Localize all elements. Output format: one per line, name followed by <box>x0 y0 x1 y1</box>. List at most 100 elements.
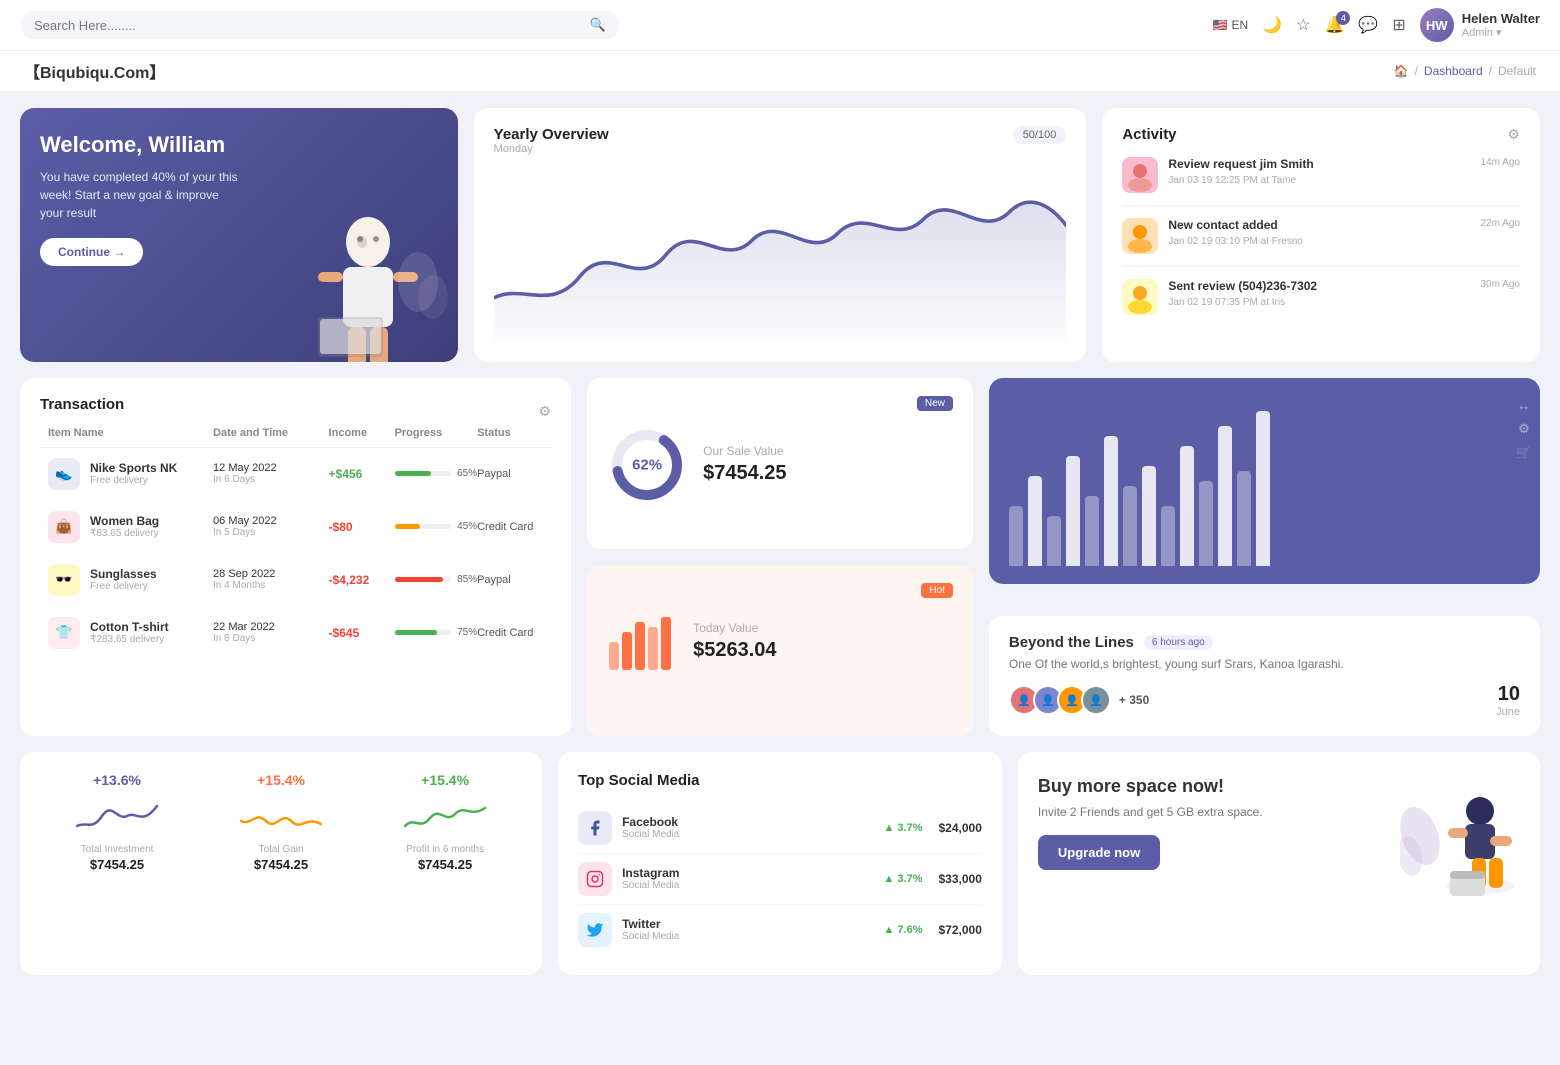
fullscreen-btn[interactable]: ⊞ <box>1392 15 1405 35</box>
activity-text-0: Review request jim Smith Jan 03 19 12:25… <box>1168 157 1470 186</box>
bar-chart-card: ↔ ⚙ 🛒 <box>989 378 1540 584</box>
social-title: Top Social Media <box>578 772 982 789</box>
activity-item-0: Review request jim Smith Jan 03 19 12:25… <box>1122 157 1520 206</box>
activity-title-1: New contact added <box>1168 218 1470 232</box>
space-illustration <box>1400 776 1520 886</box>
fb-growth: ▲ 3.7% <box>883 822 922 834</box>
income-0: +$456 <box>329 467 395 481</box>
language-selector[interactable]: 🇺🇸 EN <box>1213 18 1249 32</box>
plus-count: + 350 <box>1119 693 1149 707</box>
beyond-avatars: 👤 👤 👤 👤 + 350 <box>1009 685 1149 715</box>
home-icon[interactable]: 🏠 <box>1394 64 1409 78</box>
donut-label: 62% <box>632 456 662 473</box>
item-icon-3: 👕 <box>48 617 80 649</box>
yearly-overview-card: Yearly Overview Monday 50/100 <box>474 108 1087 362</box>
chart-icon-1[interactable]: ↔ <box>1517 398 1530 413</box>
col-status: Status <box>477 427 543 439</box>
upgrade-button[interactable]: Upgrade now <box>1038 835 1160 870</box>
col-progress: Progress <box>395 427 478 439</box>
col-income: Income <box>329 427 395 439</box>
stat-chart-0 <box>40 796 194 836</box>
activity-title: Activity <box>1122 126 1176 143</box>
transaction-settings-icon[interactable]: ⚙ <box>539 403 552 420</box>
beyond-time-badge: 6 hours ago <box>1144 635 1213 650</box>
item-name-1: Women Bag <box>90 514 159 528</box>
activity-text-1: New contact added Jan 02 19 03:10 PM at … <box>1168 218 1470 247</box>
yearly-title: Yearly Overview <box>494 126 609 143</box>
today-mini-chart <box>607 612 677 672</box>
bottom-row: +13.6% Total Investment $7454.25 +15.4% <box>20 752 1540 975</box>
activity-item-1: New contact added Jan 02 19 03:10 PM at … <box>1122 218 1520 267</box>
notification-badge: 4 <box>1336 11 1350 25</box>
bookmark-btn[interactable]: ☆ <box>1296 15 1310 35</box>
stat-chart-1 <box>204 796 358 836</box>
progress-2: 85% <box>395 574 478 585</box>
social-row-1: Instagram Social Media ▲ 3.7% $33,000 <box>578 854 982 905</box>
space-desc: Invite 2 Friends and get 5 GB extra spac… <box>1038 805 1263 819</box>
social-row-0: Facebook Social Media ▲ 3.7% $24,000 <box>578 803 982 854</box>
item-sub-0: Free delivery <box>90 475 177 486</box>
user-profile[interactable]: HW Helen Walter Admin ▾ <box>1420 8 1540 42</box>
date-sub-0: In 6 Days <box>213 474 329 485</box>
theme-toggle-btn[interactable]: 🌙 <box>1262 15 1282 35</box>
activity-settings-icon[interactable]: ⚙ <box>1507 126 1520 143</box>
social-row-2: Twitter Social Media ▲ 7.6% $72,000 <box>578 905 982 955</box>
notification-btn[interactable]: 🔔 4 <box>1324 15 1344 35</box>
activity-detail-0: Jan 03 19 12:25 PM at Tame <box>1168 175 1296 186</box>
buy-space-card: Buy more space now! Invite 2 Friends and… <box>1018 752 1540 975</box>
social-info-2: Twitter Social Media <box>622 917 873 942</box>
continue-button[interactable]: Continue → <box>40 238 143 266</box>
activity-time-2: 30m Ago <box>1481 279 1520 290</box>
breadcrumb: 🏠 / Dashboard / Default <box>1394 64 1536 78</box>
facebook-icon <box>578 811 612 845</box>
new-badge: New <box>917 396 953 411</box>
stat-item-2: +15.4% Profit in 6 months $7454.25 <box>368 772 522 872</box>
breadcrumb-bar: 【Biqubiqu.Com】 🏠 / Dashboard / Default <box>0 51 1560 92</box>
instagram-icon <box>578 862 612 896</box>
activity-text-2: Sent review (504)236-7302 Jan 02 19 07:3… <box>1168 279 1470 308</box>
activity-thumb-2 <box>1122 279 1158 315</box>
today-label: Today Value <box>693 621 776 635</box>
stats-card: +13.6% Total Investment $7454.25 +15.4% <box>20 752 542 975</box>
date-sub-1: In 5 Days <box>213 527 329 538</box>
item-info-1: 👜 Women Bag ₹83.65 delivery <box>48 511 213 543</box>
search-box[interactable]: 🔍 <box>20 11 620 39</box>
chat-btn[interactable]: 💬 <box>1358 15 1378 35</box>
date-month: June <box>1496 706 1520 718</box>
lang-label: EN <box>1232 18 1249 32</box>
activity-item-2: Sent review (504)236-7302 Jan 02 19 07:3… <box>1122 279 1520 315</box>
search-input[interactable] <box>34 18 582 33</box>
col-date: Date and Time <box>213 427 329 439</box>
stat-value-0: $7454.25 <box>40 857 194 872</box>
stat-chart-2 <box>368 796 522 836</box>
yearly-subtitle: Monday <box>494 143 609 155</box>
user-role: Admin ▾ <box>1462 26 1540 39</box>
beyond-title: Beyond the Lines <box>1009 634 1134 651</box>
beyond-card: Beyond the Lines 6 hours ago One Of the … <box>989 616 1540 736</box>
event-date: 10 June <box>1496 683 1520 718</box>
activity-time-1: 22m Ago <box>1481 218 1520 229</box>
stat-label-2: Profit in 6 months <box>368 844 522 855</box>
nav-icons: 🇺🇸 EN 🌙 ☆ 🔔 4 💬 ⊞ HW Helen Walter Admin … <box>1213 8 1540 42</box>
donut-chart: 62% <box>607 425 687 505</box>
item-info-2: 🕶️ Sunglasses Free delivery <box>48 564 213 596</box>
stat-pct-0: +13.6% <box>40 772 194 788</box>
chart-icon-3[interactable]: 🛒 <box>1516 445 1532 461</box>
sale-value-card: New 62% Our Sale Value $7454.25 <box>587 378 973 549</box>
right-column: ↔ ⚙ 🛒 <box>989 378 1540 736</box>
flag-icon: 🇺🇸 <box>1213 18 1228 32</box>
activity-time-0: 14m Ago <box>1481 157 1520 168</box>
breadcrumb-dashboard[interactable]: Dashboard <box>1424 64 1483 78</box>
income-3: -$645 <box>329 626 395 640</box>
item-sub-3: ₹283.65 delivery <box>90 634 169 645</box>
stat-label-1: Total Gain <box>204 844 358 855</box>
welcome-subtitle: You have completed 40% of your this week… <box>40 168 240 222</box>
table-row: 🕶️ Sunglasses Free delivery 28 Sep 2022 … <box>40 554 551 607</box>
item-icon-0: 👟 <box>48 458 80 490</box>
welcome-card: Welcome, William You have completed 40% … <box>20 108 458 362</box>
stat-item-1: +15.4% Total Gain $7454.25 <box>204 772 358 872</box>
transaction-title: Transaction <box>40 396 124 413</box>
income-2: -$4,232 <box>329 573 395 587</box>
progress-3: 75% <box>395 627 478 638</box>
chart-icon-2[interactable]: ⚙ <box>1518 421 1530 437</box>
